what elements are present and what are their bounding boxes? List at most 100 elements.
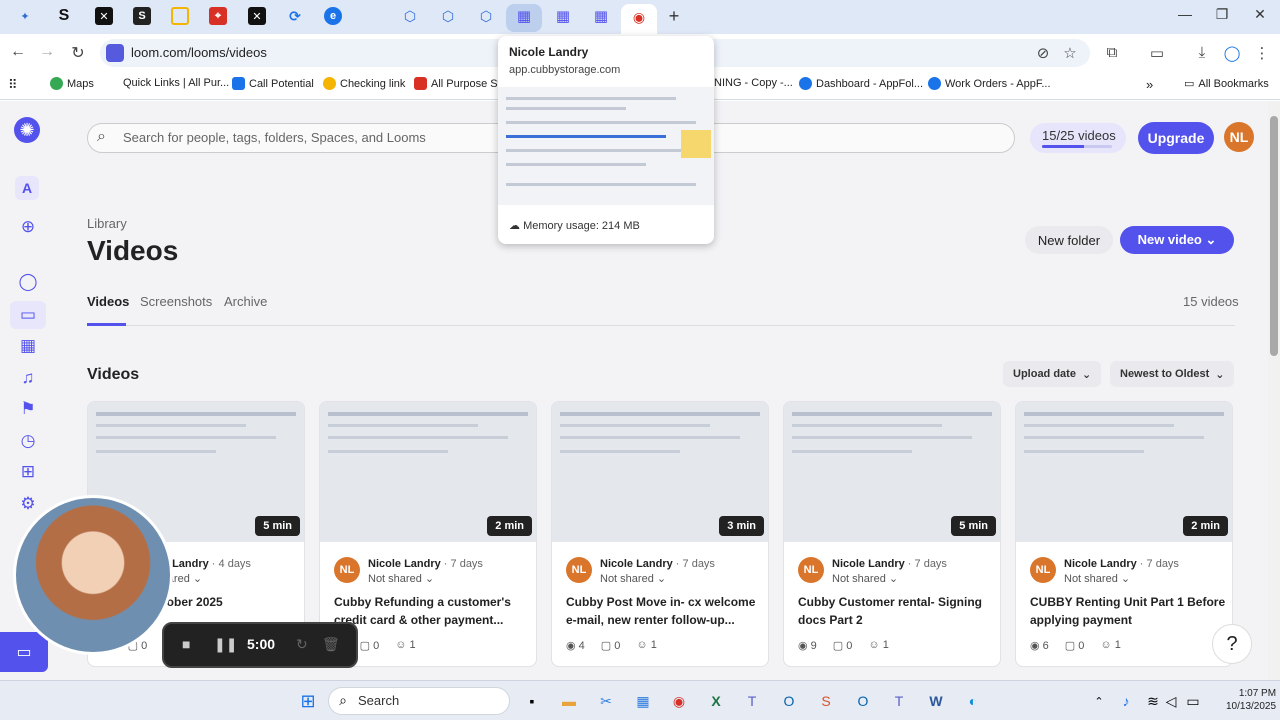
video-thumbnail[interactable]: 2 min — [1016, 402, 1232, 542]
tab-favicon-12-icon[interactable]: ⬡ — [477, 7, 495, 25]
site-info-icon[interactable] — [106, 44, 124, 62]
grid-icon[interactable]: ▦ — [554, 7, 572, 25]
video-thumbnail[interactable]: 5 min — [784, 402, 1000, 542]
record-video-button[interactable]: ▭ — [0, 632, 48, 672]
tab-favicon-3-icon[interactable]: ✕ — [95, 7, 113, 25]
bookmark-quick-links[interactable]: Quick Links | All Pur... — [123, 77, 229, 89]
restart-icon[interactable]: ↻ — [296, 636, 308, 653]
new-tab-button[interactable]: + — [664, 6, 684, 26]
menu-dots-icon[interactable]: ⋮ — [1252, 44, 1272, 62]
bookmark-dashboard[interactable]: Dashboard - AppFol... — [799, 77, 923, 90]
camera-blocked-icon[interactable]: ⊘ — [1033, 44, 1053, 62]
workspace-avatar[interactable]: A — [15, 176, 39, 200]
tab-archive[interactable]: Archive — [224, 294, 267, 309]
pause-icon[interactable]: ❚❚ — [214, 636, 237, 653]
taskbar-search[interactable] — [328, 687, 510, 715]
library-icon[interactable]: ▭ — [16, 303, 40, 327]
tab-favicon-2-icon[interactable]: S — [55, 7, 73, 25]
forward-button[interactable]: → — [37, 43, 57, 61]
new-video-button[interactable]: New video ⌄ — [1120, 226, 1234, 254]
maximize-button[interactable]: ❐ — [1207, 6, 1237, 23]
apps-grid-icon[interactable]: ⠿ — [8, 77, 18, 93]
tab-favicon-8-icon[interactable]: ⟳ — [286, 7, 304, 25]
sharing-status[interactable]: Not shared ⌄ — [1064, 572, 1130, 585]
windows-start-icon[interactable]: ⊞ — [297, 690, 319, 712]
url-text[interactable]: loom.com/looms/videos — [131, 45, 267, 60]
video-title[interactable]: CUBBY Renting Unit Part 1 Before applyin… — [1030, 593, 1226, 629]
video-thumbnail[interactable]: 2 min — [320, 402, 536, 542]
bookmark-checking-link[interactable]: Checking link — [323, 77, 405, 90]
video-card[interactable]: 2 min NL Nicole Landry · 7 days Not shared … — [1015, 401, 1233, 667]
webcam-bubble[interactable] — [13, 495, 173, 655]
close-window-button[interactable]: ✕ — [1245, 6, 1275, 23]
edge-icon[interactable]: ◐ — [962, 690, 984, 712]
bookmark-training[interactable]: NING - Copy -... — [714, 77, 793, 89]
video-card[interactable]: 3 min NL Nicole Landry · 7 days Not shared … — [551, 401, 769, 667]
all-bookmarks[interactable]: ▭ All Bookmarks — [1184, 77, 1269, 91]
gift-icon[interactable]: ⊞ — [16, 460, 40, 484]
breadcrumb[interactable]: Library — [87, 216, 127, 231]
tab-favicon-7-icon[interactable]: ✕ — [248, 7, 266, 25]
trash-icon[interactable]: 🗑 — [322, 636, 340, 653]
video-title[interactable]: Cubby Post Move in- cx welcome e-mail, n… — [566, 593, 762, 629]
sharing-status[interactable]: Not shared ⌄ — [600, 572, 666, 585]
chevron-up-icon[interactable]: ⌃ — [1088, 690, 1110, 712]
tab-favicon-10-icon[interactable]: ⬡ — [401, 7, 419, 25]
grid-icon[interactable]: ▦ — [592, 7, 610, 25]
video-title[interactable]: Cubby Customer rental- Signing docs Part… — [798, 593, 994, 629]
new-folder-button[interactable]: New folder — [1025, 226, 1113, 254]
outlook-new-icon[interactable]: O — [852, 690, 874, 712]
excel-icon[interactable]: X — [705, 690, 727, 712]
video-thumbnail[interactable]: 3 min — [552, 402, 768, 542]
tab-videos[interactable]: Videos — [87, 294, 129, 309]
scrollbar-thumb[interactable] — [1270, 116, 1278, 356]
add-user-icon[interactable]: ⊕ — [16, 215, 40, 239]
tab-favicon-4-icon[interactable]: S — [133, 7, 151, 25]
back-button[interactable]: ← — [8, 43, 28, 61]
sublime-icon[interactable]: S — [815, 690, 837, 712]
loom-logo-icon[interactable]: ✺ — [14, 117, 40, 143]
stop-icon[interactable]: ■ — [182, 636, 190, 652]
sharing-status[interactable]: Not shared ⌄ — [832, 572, 898, 585]
minimize-button[interactable]: — — [1170, 6, 1200, 22]
help-button[interactable]: ? — [1212, 624, 1252, 664]
user-avatar[interactable]: NL — [1224, 122, 1254, 152]
reload-button[interactable]: ↻ — [68, 43, 88, 63]
video-title[interactable]: Cubby Refunding a customer's credit card… — [334, 593, 530, 629]
teams-icon[interactable]: T — [741, 690, 763, 712]
bookmark-all-purpose[interactable]: All Purpose Sto — [414, 77, 507, 90]
sort-order-select[interactable]: Newest to Oldest ⌄ — [1110, 361, 1235, 387]
volume-icon[interactable]: ◁ — [1160, 690, 1182, 712]
tab-favicon-1-icon[interactable]: ✦ — [16, 7, 34, 25]
teams-new-icon[interactable]: T — [888, 690, 910, 712]
outlook-icon[interactable]: O — [778, 690, 800, 712]
bookmark-star-icon[interactable]: ☆ — [1060, 44, 1080, 62]
calendar-app-icon[interactable]: ▦ — [632, 690, 654, 712]
sharing-status[interactable]: Not shared ⌄ — [368, 572, 434, 585]
bell-icon[interactable]: ♫ — [16, 366, 40, 390]
clock-icon[interactable]: ◷ — [16, 429, 40, 453]
task-view-icon[interactable]: ▪ — [521, 690, 543, 712]
bookmark-maps[interactable]: Maps — [50, 77, 94, 90]
bookmark-call-potential[interactable]: Call Potential — [232, 77, 314, 90]
tab-screenshots[interactable]: Screenshots — [140, 294, 212, 309]
bookmark-icon[interactable]: ⚑ — [16, 397, 40, 421]
upgrade-button[interactable]: Upgrade — [1138, 122, 1214, 154]
video-card[interactable]: 5 min NL Nicole Landry · 7 days Not shared … — [783, 401, 1001, 667]
chrome-icon[interactable]: ◉ — [668, 690, 690, 712]
tab-favicon-5-icon[interactable] — [171, 7, 189, 25]
system-clock[interactable]: 1:07 PM 10/13/2025 — [1226, 687, 1276, 713]
microphone-icon[interactable]: ♪ — [1115, 690, 1137, 712]
profile-icon[interactable]: ◯ — [1222, 44, 1242, 62]
extensions-icon[interactable]: ⧉ — [1102, 44, 1122, 61]
sort-field-select[interactable]: Upload date ⌄ — [1003, 361, 1102, 387]
tab-favicon-6-icon[interactable]: ⌖ — [209, 7, 227, 25]
gear-icon[interactable]: ⚙ — [16, 492, 40, 516]
tab-favicon-9-icon[interactable]: e — [324, 7, 342, 25]
word-icon[interactable]: W — [925, 690, 947, 712]
tab-favicon-11-icon[interactable]: ⬡ — [439, 7, 457, 25]
file-explorer-icon[interactable]: ▬ — [558, 690, 580, 712]
snipping-tool-icon[interactable]: ✂ — [595, 690, 617, 712]
user-profile-icon[interactable]: ◯ — [16, 270, 40, 294]
downloads-icon[interactable]: ⤓ — [1192, 44, 1212, 61]
